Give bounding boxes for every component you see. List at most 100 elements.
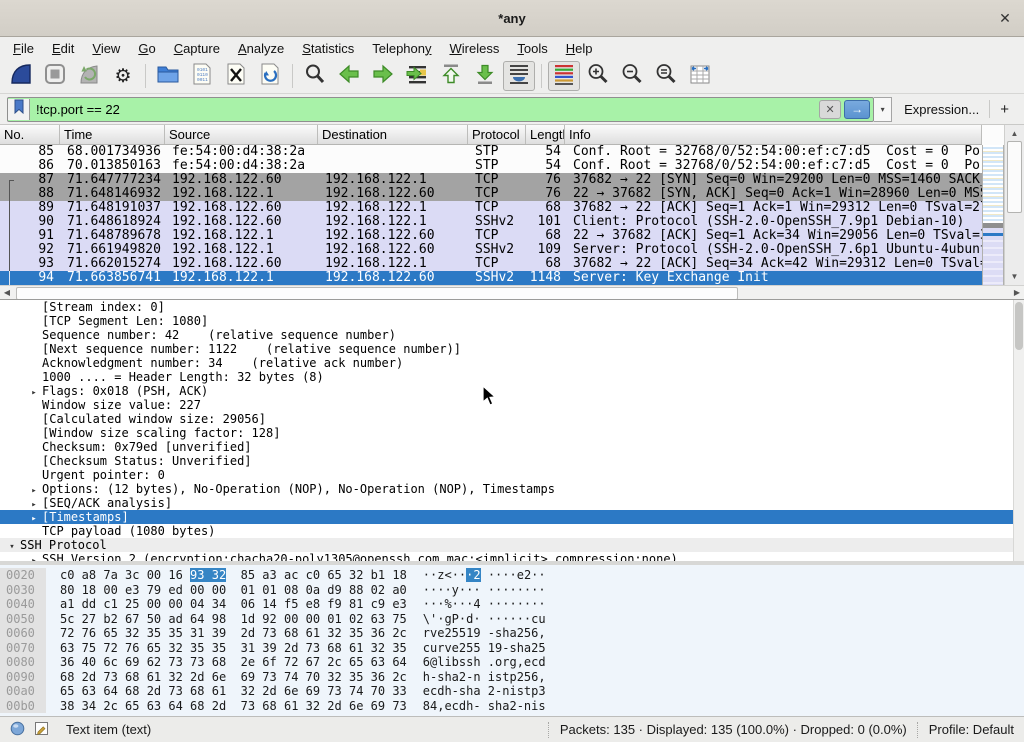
hex-row[interactable]: 006072 76 65 32 35 35 31 39 2d 73 68 61 … (0, 626, 1024, 641)
filter-clear-button[interactable]: ✕ (819, 100, 841, 119)
menu-file[interactable]: File (4, 39, 43, 58)
detail-row[interactable]: ▸SSH Version 2 (encryption:chacha20-poly… (0, 552, 1024, 561)
column-header-info[interactable]: Info (565, 125, 982, 144)
detail-scroll-thumb[interactable] (1015, 302, 1023, 350)
titlebar[interactable]: *any ✕ (0, 0, 1024, 37)
go-forward-button[interactable] (367, 61, 399, 91)
hex-row[interactable]: 008036 40 6c 69 62 73 73 68 2e 6f 72 67 … (0, 655, 1024, 670)
filter-expression-text[interactable]: !tcp.port == 22 (30, 102, 819, 117)
menu-telephony[interactable]: Telephony (363, 39, 440, 58)
save-file-button[interactable]: 010101100011 (186, 61, 218, 91)
detail-row[interactable]: Sequence number: 42 (relative sequence n… (0, 328, 1024, 342)
stop-capture-button[interactable] (39, 61, 71, 91)
find-packet-button[interactable] (299, 61, 331, 91)
detail-row[interactable]: [Calculated window size: 29056] (0, 412, 1024, 426)
scroll-up-icon[interactable]: ▲ (1005, 126, 1024, 141)
menu-capture[interactable]: Capture (165, 39, 229, 58)
intelligent-scrollbar-minimap[interactable] (982, 145, 1004, 285)
menu-help[interactable]: Help (557, 39, 602, 58)
detail-row[interactable]: Checksum: 0x79ed [unverified] (0, 440, 1024, 454)
capture-options-button[interactable]: ⚙ (107, 61, 139, 91)
detail-row[interactable]: 1000 .... = Header Length: 32 bytes (8) (0, 370, 1024, 384)
packet-row[interactable]: 8971.648191037192.168.122.60192.168.122.… (0, 201, 982, 215)
hex-row[interactable]: 00b038 34 2c 65 63 64 68 2d 73 68 61 32 … (0, 699, 1024, 714)
menu-edit[interactable]: Edit (43, 39, 83, 58)
detail-row[interactable]: [TCP Segment Len: 1080] (0, 314, 1024, 328)
hex-row[interactable]: 0020c0 a8 7a 3c 00 16 93 32 85 a3 ac c0 … (0, 568, 1024, 583)
open-file-button[interactable] (152, 61, 184, 91)
go-to-bottom-button[interactable] (469, 61, 501, 91)
packet-row[interactable]: 9271.661949820192.168.122.1192.168.122.6… (0, 243, 982, 257)
menu-tools[interactable]: Tools (508, 39, 556, 58)
packet-row[interactable]: 8771.647777234192.168.122.60192.168.122.… (0, 173, 982, 187)
display-filter-input[interactable]: !tcp.port == 22 ✕ → (7, 97, 874, 122)
packet-row[interactable]: 9471.663856741192.168.122.1192.168.122.6… (0, 271, 982, 285)
detail-row[interactable]: TCP payload (1080 bytes) (0, 524, 1024, 538)
packet-list-hscrollbar[interactable]: ◀ ▶ (0, 285, 1024, 299)
zoom-reset-button[interactable] (650, 61, 682, 91)
column-header-time[interactable]: Time (60, 125, 165, 144)
go-to-packet-button[interactable] (401, 61, 433, 91)
filter-bookmark-button[interactable] (8, 99, 30, 120)
detail-row[interactable]: Window size value: 227 (0, 398, 1024, 412)
start-capture-button[interactable] (5, 61, 37, 91)
capture-comment-button[interactable] (34, 721, 49, 739)
auto-scroll-button[interactable] (503, 61, 535, 91)
packet-row[interactable]: 8568.001734936fe:54:00:d4:38:2aSTP54Conf… (0, 145, 982, 159)
hex-row[interactable]: 0040a1 dd c1 25 00 00 04 34 06 14 f5 e8 … (0, 597, 1024, 612)
packet-row[interactable]: 9171.648789678192.168.122.1192.168.122.6… (0, 229, 982, 243)
packet-row[interactable]: 9371.662015274192.168.122.60192.168.122.… (0, 257, 982, 271)
detail-row[interactable]: ▸[Timestamps] (0, 510, 1024, 524)
status-profile[interactable]: Profile: Default (929, 722, 1014, 737)
reload-file-button[interactable] (254, 61, 286, 91)
restart-capture-button[interactable] (73, 61, 105, 91)
close-file-button[interactable] (220, 61, 252, 91)
menu-go[interactable]: Go (129, 39, 164, 58)
filter-add-button[interactable]: + (1000, 101, 1009, 118)
detail-row[interactable]: [Checksum Status: Unverified] (0, 454, 1024, 468)
hex-row[interactable]: 00a065 63 64 68 2d 73 68 61 32 2d 6e 69 … (0, 684, 1024, 699)
hex-dump[interactable]: 0020c0 a8 7a 3c 00 16 93 32 85 a3 ac c0 … (0, 568, 1024, 713)
menu-statistics[interactable]: Statistics (293, 39, 363, 58)
packet-row[interactable]: 8871.648146932192.168.122.1192.168.122.6… (0, 187, 982, 201)
go-to-top-button[interactable] (435, 61, 467, 91)
menu-wireless[interactable]: Wireless (441, 39, 509, 58)
tree-expanded-icon[interactable]: ▾ (4, 540, 20, 554)
scroll-left-icon[interactable]: ◀ (0, 286, 14, 299)
scroll-down-icon[interactable]: ▼ (1005, 269, 1024, 284)
packet-row[interactable]: 9071.648618924192.168.122.60192.168.122.… (0, 215, 982, 229)
packet-list-vscrollbar[interactable]: ▲ ▼ (1004, 125, 1024, 285)
menu-view[interactable]: View (83, 39, 129, 58)
filter-apply-button[interactable]: → (844, 100, 870, 119)
zoom-out-button[interactable] (616, 61, 648, 91)
colorize-button[interactable] (548, 61, 580, 91)
hex-row[interactable]: 009068 2d 73 68 61 32 2d 6e 69 73 74 70 … (0, 670, 1024, 685)
detail-row[interactable]: ▸Flags: 0x018 (PSH, ACK) (0, 384, 1024, 398)
detail-row[interactable]: [Next sequence number: 1122 (relative se… (0, 342, 1024, 356)
column-header-protocol[interactable]: Protocol (468, 125, 526, 144)
expression-button[interactable]: Expression... (904, 102, 979, 117)
column-header-source[interactable]: Source (165, 125, 318, 144)
detail-row[interactable]: Urgent pointer: 0 (0, 468, 1024, 482)
zoom-in-button[interactable] (582, 61, 614, 91)
close-button[interactable]: ✕ (996, 9, 1014, 27)
resize-columns-button[interactable] (684, 61, 716, 91)
menu-analyze[interactable]: Analyze (229, 39, 293, 58)
detail-row[interactable]: [Stream index: 0] (0, 300, 1024, 314)
detail-row[interactable]: Acknowledgment number: 34 (relative ack … (0, 356, 1024, 370)
detail-row[interactable]: ▸[SEQ/ACK analysis] (0, 496, 1024, 510)
vscrollbar-thumb[interactable] (1007, 141, 1022, 213)
scroll-right-icon[interactable]: ▶ (1010, 286, 1024, 299)
detail-row[interactable]: [Window size scaling factor: 128] (0, 426, 1024, 440)
expert-info-button[interactable] (10, 721, 25, 739)
hex-row[interactable]: 00505c 27 b2 67 50 ad 64 98 1d 92 00 00 … (0, 612, 1024, 627)
detail-row[interactable]: ▾SSH Protocol (0, 538, 1024, 552)
packet-row[interactable]: 8670.013850163fe:54:00:d4:38:2aSTP54Conf… (0, 159, 982, 173)
tree-collapsed-icon[interactable]: ▸ (26, 554, 42, 561)
hex-row[interactable]: 007063 75 72 76 65 32 35 35 31 39 2d 73 … (0, 641, 1024, 656)
column-header-destination[interactable]: Destination (318, 125, 468, 144)
column-header-length[interactable]: Length (526, 125, 565, 144)
hex-row[interactable]: 003080 18 00 e3 79 ed 00 00 01 01 08 0a … (0, 583, 1024, 598)
detail-row[interactable]: ▸Options: (12 bytes), No-Operation (NOP)… (0, 482, 1024, 496)
filter-history-dropdown[interactable]: ▾ (874, 97, 892, 122)
